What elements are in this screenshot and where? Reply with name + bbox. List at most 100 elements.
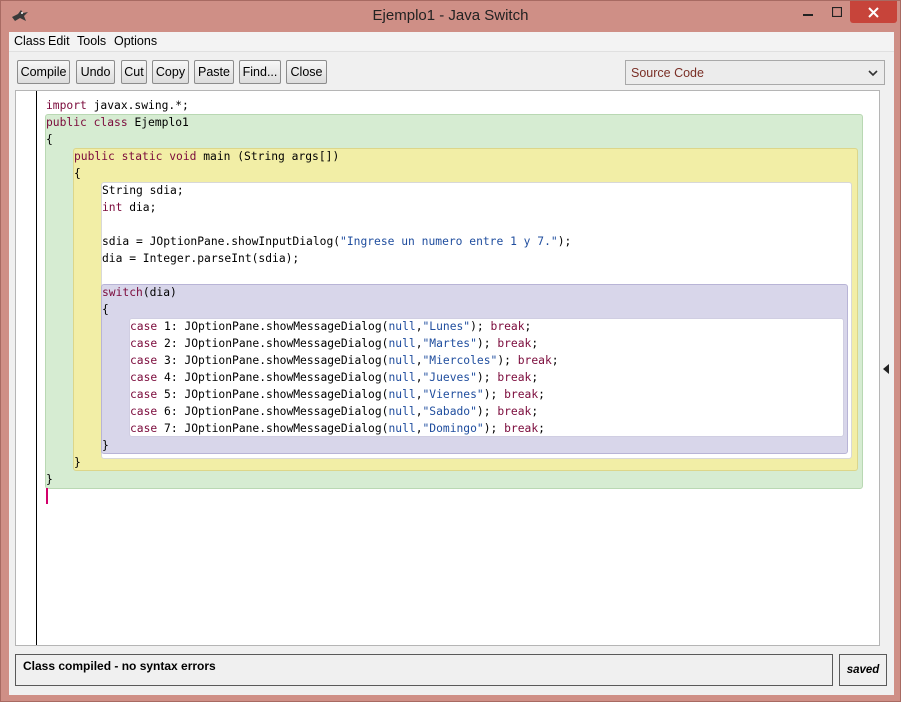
code-token: switch [102, 286, 143, 299]
code-token: , [415, 354, 423, 367]
paste-button[interactable]: Paste [194, 60, 234, 84]
code-token: 1: JOptionPane.showMessageDialog( [157, 320, 389, 333]
code-token: ; [531, 371, 539, 384]
menu-tools[interactable]: Tools [76, 34, 107, 48]
code-token: 5: JOptionPane.showMessageDialog( [157, 388, 389, 401]
code-token: ); [497, 354, 518, 367]
code-token: "Lunes" [422, 320, 471, 333]
code-token: ); [476, 371, 498, 384]
code-token: , [415, 422, 423, 435]
code-token: "Ingrese un numero entre 1 y 7." [340, 235, 558, 248]
chevron-down-icon [868, 70, 878, 77]
expand-left-icon[interactable] [882, 364, 890, 374]
toolbar: Compile Undo Cut Copy Paste Find... Clos… [9, 53, 894, 89]
code-line: case 6: JOptionPane.showMessageDialog(nu… [130, 403, 538, 420]
code-line: case 4: JOptionPane.showMessageDialog(nu… [130, 369, 538, 386]
close-button[interactable]: Close [286, 60, 327, 84]
code-editor[interactable]: import javax.swing.*; public class Ejempl… [15, 90, 880, 646]
code-token: "Miercoles" [422, 354, 498, 367]
code-token: case [130, 320, 158, 333]
code-token: ); [557, 235, 572, 248]
cut-button[interactable]: Cut [121, 60, 147, 84]
copy-button[interactable]: Copy [152, 60, 189, 84]
code-token: (dia) [142, 286, 177, 299]
code-line: case 5: JOptionPane.showMessageDialog(nu… [130, 386, 545, 403]
code-token: , [415, 337, 423, 350]
code-token: ); [476, 337, 498, 350]
code-line: case 3: JOptionPane.showMessageDialog(nu… [130, 352, 559, 369]
code-token: break [497, 405, 532, 418]
saved-indicator: saved [839, 654, 887, 686]
code-token: "Jueves" [422, 371, 477, 384]
code-line: { [74, 165, 81, 182]
code-token: } [74, 456, 81, 469]
close-window-button[interactable] [850, 1, 897, 23]
code-token: , [415, 388, 423, 401]
code-token: ); [483, 422, 505, 435]
minimize-button[interactable] [794, 1, 822, 23]
menu-edit[interactable]: Edit [47, 34, 71, 48]
title-bar[interactable]: Ejemplo1 - Java Switch [1, 1, 900, 32]
code-line: String sdia; [102, 182, 184, 199]
code-token: null [388, 320, 416, 333]
code-token: null [388, 337, 416, 350]
code-token: case [130, 337, 158, 350]
code-token: main (String args[]) [196, 150, 340, 163]
code-token: ; [538, 388, 545, 401]
code-token: ); [470, 320, 491, 333]
code-line: case 7: JOptionPane.showMessageDialog(nu… [130, 420, 545, 437]
status-message: Class compiled - no syntax errors [23, 659, 216, 673]
code-token: "Martes" [422, 337, 477, 350]
code-token: import [46, 99, 87, 112]
code-line: } [102, 437, 109, 454]
code-line: int dia; [102, 199, 156, 216]
code-token: null [388, 371, 416, 384]
undo-button[interactable]: Undo [76, 60, 115, 84]
code-token: ; [538, 422, 545, 435]
maximize-icon [832, 7, 842, 17]
close-icon [868, 6, 879, 18]
code-token: ; [551, 354, 559, 367]
code-token: "Sabado" [422, 405, 477, 418]
code-line: import javax.swing.*; [46, 97, 189, 114]
code-line: public static void main (String args[]) [74, 148, 339, 165]
code-token: null [388, 422, 416, 435]
code-line: { [102, 301, 109, 318]
code-line: } [46, 471, 53, 488]
menu-class[interactable]: Class [13, 34, 46, 48]
code-token: break [504, 422, 539, 435]
find-button[interactable]: Find... [239, 60, 281, 84]
code-token: break [497, 337, 532, 350]
menu-options[interactable]: Options [113, 34, 158, 48]
code-token: String sdia; [102, 184, 184, 197]
code-token: "Domingo" [422, 422, 484, 435]
view-select[interactable]: Source Code [625, 60, 885, 85]
code-token: { [46, 133, 53, 146]
code-area[interactable]: import javax.swing.*; public class Ejempl… [16, 91, 879, 645]
code-token: Ejemplo1 [127, 116, 189, 129]
code-token: break [517, 354, 552, 367]
code-token: ); [483, 388, 505, 401]
maximize-button[interactable] [823, 1, 851, 23]
code-token: dia = Integer.parseInt(sdia); [102, 252, 300, 265]
code-token: case [130, 405, 158, 418]
code-token: public static void [74, 150, 197, 163]
code-token: public [46, 116, 87, 129]
code-line: } [74, 454, 81, 471]
window: Ejemplo1 - Java Switch Class Edit Tools … [0, 0, 901, 702]
code-token: 6: JOptionPane.showMessageDialog( [157, 405, 389, 418]
status-bar: Class compiled - no syntax errors [15, 654, 833, 686]
code-token: 3: JOptionPane.showMessageDialog( [157, 354, 389, 367]
window-title: Ejemplo1 - Java Switch [372, 7, 529, 24]
code-token: { [74, 167, 81, 180]
code-token: } [46, 473, 53, 486]
code-token: null [388, 405, 416, 418]
minimize-icon [803, 14, 813, 16]
code-token: sdia = JOptionPane.showInputDialog( [102, 235, 341, 248]
code-token: case [130, 354, 158, 367]
code-token: 4: JOptionPane.showMessageDialog( [157, 371, 389, 384]
code-token: 7: JOptionPane.showMessageDialog( [157, 422, 389, 435]
code-token: } [102, 439, 109, 452]
compile-button[interactable]: Compile [17, 60, 70, 84]
